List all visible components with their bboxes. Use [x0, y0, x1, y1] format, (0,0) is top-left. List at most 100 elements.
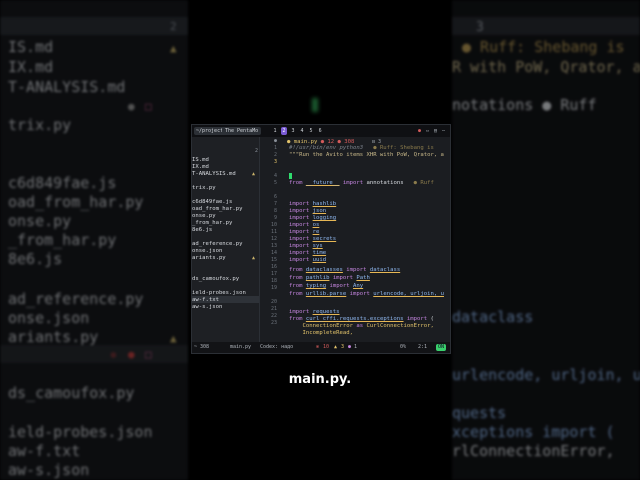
line-number: 14 [270, 250, 277, 256]
line-number: 1 [273, 145, 277, 151]
workspace-pill[interactable]: 4 [299, 127, 305, 135]
file-tree-item[interactable]: onse.json [192, 248, 222, 255]
code-module: re [312, 229, 320, 235]
status-hints[interactable]: 1 [354, 342, 357, 353]
status-model[interactable]: Codex: надо [260, 342, 293, 353]
code-import-line: import uuid [289, 257, 326, 264]
code-from-line: from dataclasses import dataclass [289, 267, 400, 274]
line-number: 18 [270, 278, 277, 284]
line-number: 17 [270, 271, 277, 277]
code-import-line: import secrets [289, 236, 336, 243]
code-module: hashlib [312, 201, 337, 207]
file-tree-item[interactable]: ad_reference.py [192, 241, 243, 248]
minimize-icon[interactable]: ▭ [426, 127, 429, 135]
status-file[interactable]: main.py [230, 342, 251, 353]
file-tree-item[interactable]: ield-probes.json [192, 290, 246, 297]
file-tree-item[interactable]: aw-s.json [192, 304, 222, 311]
background-file-label: _from_har.py [8, 231, 117, 249]
code-from-line: from urllib.parse import urlencode, urlj… [289, 291, 444, 298]
code-shebang: #!/usr/bin/env python3 [289, 145, 364, 151]
code-keyword: from [289, 267, 303, 273]
background-left-panel: 2 IS.md ▲ IX.md T-ANALYSIS.md ● □ trix.p… [0, 0, 188, 480]
background-file-label: aw-f.txt [8, 442, 81, 460]
code-keyword: import [289, 201, 310, 207]
status-percent: 0% [400, 344, 407, 350]
background-code-line: quests [452, 404, 507, 422]
status-bar: ~ 308 main.py Codex: надо ⊗ 10 ▲ 3 ● 1 0… [192, 342, 450, 353]
line-number: 22 [270, 313, 277, 319]
background-tab-number: 3 [476, 20, 484, 35]
line-number: 6 [273, 194, 277, 200]
background-file-label: T-ANALYSIS.md [8, 78, 126, 96]
background-left-bar [0, 345, 188, 363]
file-tree-item[interactable]: c6d849fae.js [192, 199, 232, 206]
file-tree-item[interactable]: trix.py [192, 185, 216, 192]
gear-icon: ✲ [110, 348, 117, 361]
code-name: Any [353, 283, 364, 289]
background-file-label: IX.md [8, 58, 54, 76]
code-import-line: import sys [289, 243, 323, 250]
workspace-pill-active[interactable]: 2 [281, 127, 288, 135]
workspace-pills: 1 2 3 4 5 6 [272, 127, 323, 135]
line-number: 21 [270, 306, 277, 312]
file-tree-item[interactable]: aw-f.txt [192, 297, 219, 304]
background-file-label: ad_reference.py [8, 290, 144, 308]
code-keyword: import [329, 283, 350, 289]
code-keyword: import [289, 243, 310, 249]
file-tree-item[interactable]: 8e6.js [192, 227, 212, 234]
code-name: Path [356, 275, 370, 281]
background-code-line: xceptions import ( [452, 423, 615, 441]
background-code-line: notations ● Ruff [452, 96, 597, 114]
more-icon[interactable]: ⋯ [442, 127, 445, 135]
file-tree-item[interactable]: IX.md [192, 164, 209, 171]
status-errors[interactable]: 10 [323, 342, 329, 353]
code-keyword: import [289, 215, 310, 221]
line-number: 2 [273, 152, 277, 158]
code-module: requests [312, 309, 340, 315]
warning-icon: ▲ [170, 42, 177, 55]
shebang-warning: ● Ruff: Shebang is [373, 145, 434, 151]
file-tree-item[interactable]: oad_from_har.py [192, 206, 243, 213]
tab-terminal[interactable]: The PentaMo [222, 127, 262, 135]
background-file-label: aw-s.json [8, 461, 90, 479]
code-keyword: import [289, 257, 310, 263]
future-warning: ● Ruff [413, 180, 434, 186]
workspace-pill[interactable]: 6 [317, 127, 323, 135]
code-module: logging [312, 215, 337, 221]
code-import-line: import os [289, 222, 319, 229]
code-module: curl_cffi.requests.exceptions [305, 316, 404, 322]
code-keyword: import [289, 229, 310, 235]
file-tree-item[interactable]: IS.md [192, 157, 209, 164]
file-tree-item[interactable]: _from_har.py [192, 220, 232, 227]
code-docstring: """Run the Avito items XHR with PoW, Qra… [289, 152, 444, 158]
line-number: 8 [273, 208, 277, 214]
background-file-label: ariants.py [8, 328, 99, 346]
video-caption: main.py. [288, 372, 352, 387]
workspace-pill[interactable]: 1 [272, 127, 278, 135]
status-warnings[interactable]: 3 [341, 342, 344, 353]
background-cursor-glow [312, 98, 318, 112]
file-tree-item[interactable]: ds_camoufox.py [192, 276, 239, 283]
code-name: IncompleteRead, [302, 330, 354, 336]
file-tree-item[interactable]: T-ANALYSIS.md [192, 171, 236, 178]
background-file-label: ield-probes.json [8, 423, 153, 441]
window-tab-bar: ~/projects/j The PentaMo 1 2 3 4 5 6 ● ▭… [192, 125, 450, 137]
background-tab-count: 2 [170, 20, 177, 33]
code-keyword: from [289, 291, 303, 297]
workspace-pill[interactable]: 3 [290, 127, 296, 135]
code-import-line: import re [289, 229, 319, 236]
close-icon[interactable]: ● [418, 127, 421, 135]
workspace-pill[interactable]: 5 [308, 127, 314, 135]
line-number: 23 [270, 320, 277, 326]
code-editor[interactable]: #!/usr/bin/env python3 ● Ruff: Shebang i… [289, 137, 449, 342]
square-icon: □ [145, 348, 152, 361]
menu-icon[interactable]: ▤ [434, 127, 437, 135]
hint-icon: ● [348, 344, 352, 350]
file-tree-item[interactable]: ariants.py [192, 255, 226, 262]
code-module: os [312, 222, 320, 228]
background-file-label: trix.py [8, 116, 72, 134]
status-mode: ON [436, 344, 447, 351]
code-keyword: import [289, 236, 310, 242]
file-tree-item[interactable]: onse.py [192, 213, 216, 220]
line-number: 16 [270, 264, 277, 270]
